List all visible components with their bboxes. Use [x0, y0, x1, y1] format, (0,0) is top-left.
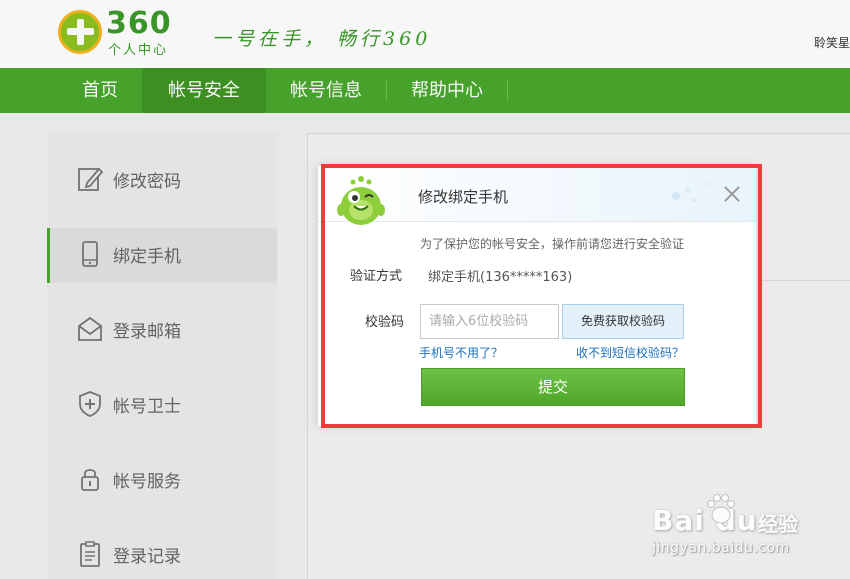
- baidu-jingyan-watermark: Bai du 经验 jingyan.baidu.com: [650, 488, 850, 568]
- phone-unused-link[interactable]: 手机号不用了？: [419, 344, 503, 361]
- dialog-title: 修改绑定手机: [418, 188, 509, 206]
- change-bound-phone-dialog: 修改绑定手机 为了保护您的帐号安全，操作前请您进行安全验证 验证方式 绑定手机(…: [318, 166, 756, 426]
- verify-method-label: 验证方式: [350, 269, 403, 284]
- security-notice: 为了保护您的帐号安全，操作前请您进行安全验证: [420, 237, 685, 251]
- get-code-button[interactable]: 免费获取校验码: [562, 304, 684, 339]
- dialog-header: 修改绑定手机: [318, 166, 756, 225]
- mascot-icon: [337, 176, 385, 225]
- submit-button[interactable]: 提交: [421, 368, 685, 406]
- verification-code-input[interactable]: [420, 304, 559, 339]
- no-sms-code-link[interactable]: 收不到短信校验码？: [576, 344, 684, 361]
- verification-code-label: 校验码: [365, 315, 405, 330]
- watermark-url: jingyan.baidu.com: [652, 540, 790, 556]
- bubbles-decoration-icon: [672, 181, 709, 202]
- watermark-brand-cn: 经验: [758, 512, 798, 536]
- paw-icon: [707, 494, 735, 524]
- close-icon[interactable]: [722, 184, 742, 204]
- verify-method-value: 绑定手机(136*****163): [428, 270, 573, 285]
